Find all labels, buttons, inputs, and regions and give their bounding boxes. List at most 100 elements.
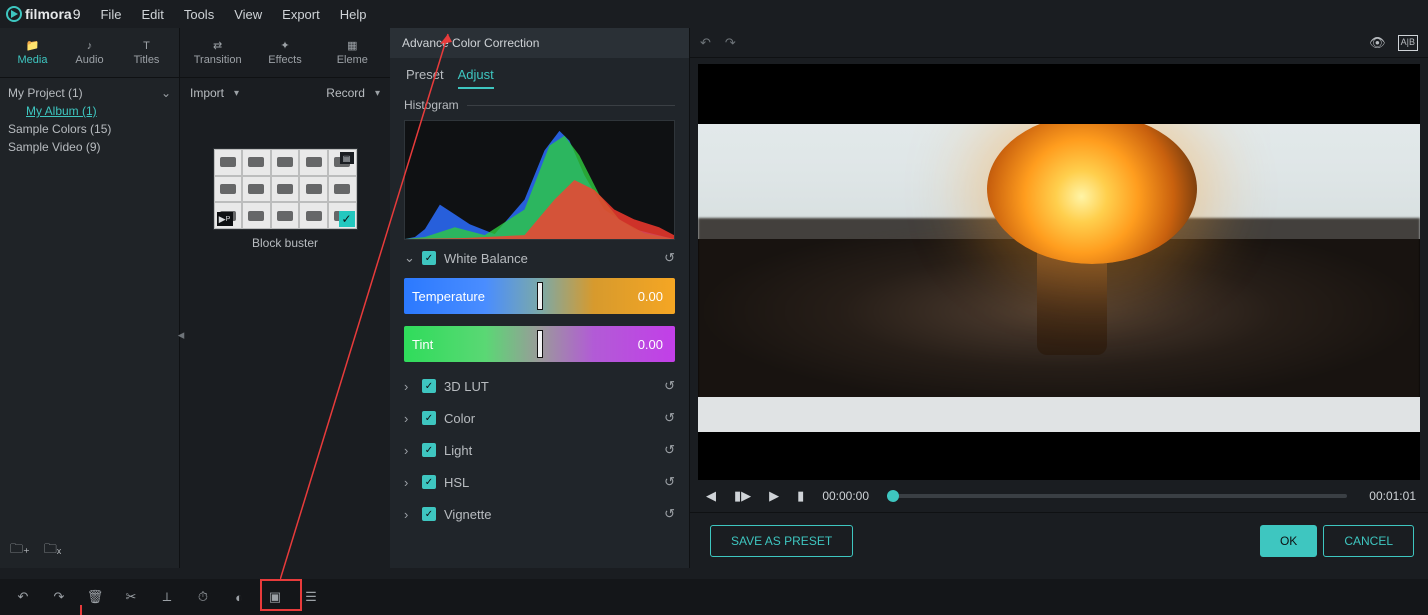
tab-titles-label: Titles bbox=[134, 54, 160, 66]
tab-preset[interactable]: Preset bbox=[406, 67, 444, 88]
trash-icon[interactable]: 🗑 bbox=[86, 589, 104, 605]
white-balance-label: White Balance bbox=[444, 251, 528, 266]
check-icon: ✓ bbox=[339, 211, 355, 227]
tab-elements[interactable]: ▦ Eleme bbox=[319, 35, 386, 70]
step-back-button[interactable]: ▮▶ bbox=[730, 486, 755, 506]
seek-playhead[interactable] bbox=[887, 490, 899, 502]
splitter-handle[interactable]: ◂ bbox=[178, 320, 184, 350]
tab-audio[interactable]: ♪ Audio bbox=[61, 36, 118, 70]
tree-sample-video-label: Sample Video (9) bbox=[8, 140, 101, 154]
menu-help[interactable]: Help bbox=[330, 0, 377, 28]
prev-frame-button[interactable]: ◀ bbox=[702, 486, 720, 506]
section-light[interactable]: ›✓Light↺ bbox=[390, 432, 689, 464]
redo-icon[interactable]: ↷ bbox=[725, 35, 736, 51]
menu-edit[interactable]: Edit bbox=[131, 0, 173, 28]
checkbox[interactable]: ✓ bbox=[422, 379, 436, 393]
reset-icon[interactable]: ↺ bbox=[664, 378, 675, 394]
save-preset-button[interactable]: SAVE AS PRESET bbox=[710, 525, 853, 557]
transition-icon: ⇄ bbox=[213, 39, 222, 52]
tint-slider[interactable]: Tint 0.00 bbox=[404, 326, 675, 362]
play-overlay-icon[interactable]: ▶P bbox=[217, 212, 233, 226]
menu-export[interactable]: Export bbox=[272, 0, 330, 28]
reset-icon[interactable]: ↺ bbox=[664, 506, 675, 522]
tab-transition-label: Transition bbox=[194, 54, 242, 66]
reset-icon[interactable]: ↺ bbox=[664, 442, 675, 458]
tab-audio-label: Audio bbox=[75, 54, 103, 66]
delete-folder-icon[interactable]: 🗀ₓ bbox=[44, 540, 61, 562]
app-logo: filmora9 bbox=[6, 6, 80, 22]
tab-effects[interactable]: ✦ Effects bbox=[251, 35, 318, 70]
tree-root-label: My Project (1) bbox=[8, 86, 83, 100]
record-dropdown[interactable]: Record bbox=[326, 86, 380, 100]
eye-icon[interactable]: 👁 bbox=[1369, 35, 1386, 51]
tree-sample-colors[interactable]: Sample Colors (15) bbox=[8, 120, 171, 138]
tree-sample-video[interactable]: Sample Video (9) bbox=[8, 138, 171, 156]
timeline-toolbar: ↶ ↷ 🗑 ✂ ⟂ ⏱ ◐ ▣ ☰ bbox=[0, 579, 1428, 615]
tool-tabs: 📁 Media ♪ Audio T Titles bbox=[0, 28, 179, 78]
timecode-total: 00:01:01 bbox=[1369, 489, 1416, 503]
section-label: HSL bbox=[444, 475, 469, 490]
menu-tools[interactable]: Tools bbox=[174, 0, 224, 28]
timecode-current: 00:00:00 bbox=[822, 489, 869, 503]
section-color[interactable]: ›✓Color↺ bbox=[390, 400, 689, 432]
reset-icon[interactable]: ↺ bbox=[664, 474, 675, 490]
color-correction-icon[interactable]: ◐ bbox=[230, 590, 248, 605]
chevron-right-icon[interactable]: › bbox=[404, 507, 414, 522]
play-button[interactable]: ▶ bbox=[765, 486, 783, 506]
chevron-right-icon[interactable]: › bbox=[404, 379, 414, 394]
undo-icon[interactable]: ↶ bbox=[700, 35, 711, 51]
tab-titles[interactable]: T Titles bbox=[118, 36, 175, 70]
import-dropdown[interactable]: Import bbox=[190, 86, 239, 100]
chevron-right-icon[interactable]: › bbox=[404, 475, 414, 490]
tab-adjust[interactable]: Adjust bbox=[458, 67, 494, 88]
crop-icon[interactable]: ⟂ bbox=[158, 589, 176, 605]
section-3dlut[interactable]: › ✓ 3D LUT ↺ bbox=[390, 368, 689, 400]
menu-view[interactable]: View bbox=[224, 0, 272, 28]
tab-transition[interactable]: ⇄ Transition bbox=[184, 35, 251, 70]
reset-icon[interactable]: ↺ bbox=[664, 410, 675, 426]
stop-button[interactable]: ▮ bbox=[793, 486, 808, 506]
filmstrip-icon: ▤ bbox=[340, 152, 354, 164]
tree-album[interactable]: My Album (1) bbox=[8, 102, 171, 120]
slider-knob[interactable] bbox=[537, 330, 543, 358]
tab-media-label: Media bbox=[18, 54, 48, 66]
section-label: 3D LUT bbox=[444, 379, 489, 394]
checkbox[interactable]: ✓ bbox=[422, 443, 436, 457]
temperature-slider[interactable]: Temperature 0.00 bbox=[404, 278, 675, 314]
preview-panel: ↶ ↷ 👁 A|B ◀ ▮▶ ▶ ▮ 00:00:00 bbox=[690, 28, 1428, 568]
undo-icon[interactable]: ↶ bbox=[14, 589, 32, 605]
preview-viewport[interactable] bbox=[698, 64, 1420, 480]
slider-knob[interactable] bbox=[537, 282, 543, 310]
settings-icon[interactable]: ☰ bbox=[302, 589, 320, 605]
checkbox-wb[interactable]: ✓ bbox=[422, 251, 436, 265]
clip-thumb[interactable]: ▶P ▤ ✓ bbox=[213, 148, 358, 230]
playhead-tick bbox=[80, 605, 82, 615]
tint-slider-value: 0.00 bbox=[638, 337, 663, 352]
seek-bar[interactable] bbox=[887, 494, 1347, 498]
chevron-right-icon[interactable]: › bbox=[404, 411, 414, 426]
new-folder-icon[interactable]: 🗀₊ bbox=[10, 540, 30, 562]
temperature-slider-value: 0.00 bbox=[638, 289, 663, 304]
checkbox[interactable]: ✓ bbox=[422, 411, 436, 425]
chevron-down-icon[interactable]: ⌄ bbox=[404, 250, 414, 266]
tool-tabs-2: ⇄ Transition ✦ Effects ▦ Eleme bbox=[180, 28, 390, 78]
green-screen-icon[interactable]: ▣ bbox=[266, 589, 284, 605]
redo-icon[interactable]: ↷ bbox=[50, 589, 68, 605]
tab-media[interactable]: 📁 Media bbox=[4, 35, 61, 70]
section-vignette[interactable]: ›✓Vignette↺ bbox=[390, 496, 689, 528]
section-white-balance[interactable]: ⌄ ✓ White Balance ↺ bbox=[390, 240, 689, 272]
cancel-button[interactable]: CANCEL bbox=[1323, 525, 1414, 557]
tree-root[interactable]: My Project (1) ⌄ bbox=[8, 84, 171, 102]
chevron-right-icon[interactable]: › bbox=[404, 443, 414, 458]
cut-icon[interactable]: ✂ bbox=[122, 589, 140, 605]
menu-file[interactable]: File bbox=[90, 0, 131, 28]
speed-icon[interactable]: ⏱ bbox=[194, 589, 212, 605]
histogram bbox=[404, 120, 675, 240]
reset-icon[interactable]: ↺ bbox=[664, 250, 675, 266]
checkbox[interactable]: ✓ bbox=[422, 475, 436, 489]
ok-button[interactable]: OK bbox=[1260, 525, 1317, 557]
chevron-down-icon[interactable]: ⌄ bbox=[161, 86, 171, 100]
section-hsl[interactable]: › ✓ HSL ↺ bbox=[390, 464, 689, 496]
checkbox[interactable]: ✓ bbox=[422, 507, 436, 521]
compare-icon[interactable]: A|B bbox=[1398, 35, 1418, 51]
